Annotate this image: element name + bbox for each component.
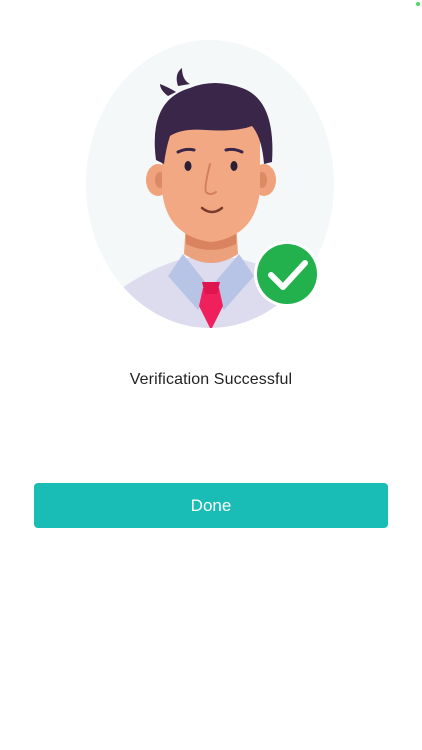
status-indicator-dot [416,2,420,6]
check-circle-icon [254,241,320,307]
verification-status-message: Verification Successful [129,371,293,388]
done-button[interactable]: Done [34,483,388,528]
user-avatar-illustration-icon [86,40,334,328]
verification-success-screen: Verification Successful Done [0,0,422,750]
avatar-illustration [86,40,336,330]
